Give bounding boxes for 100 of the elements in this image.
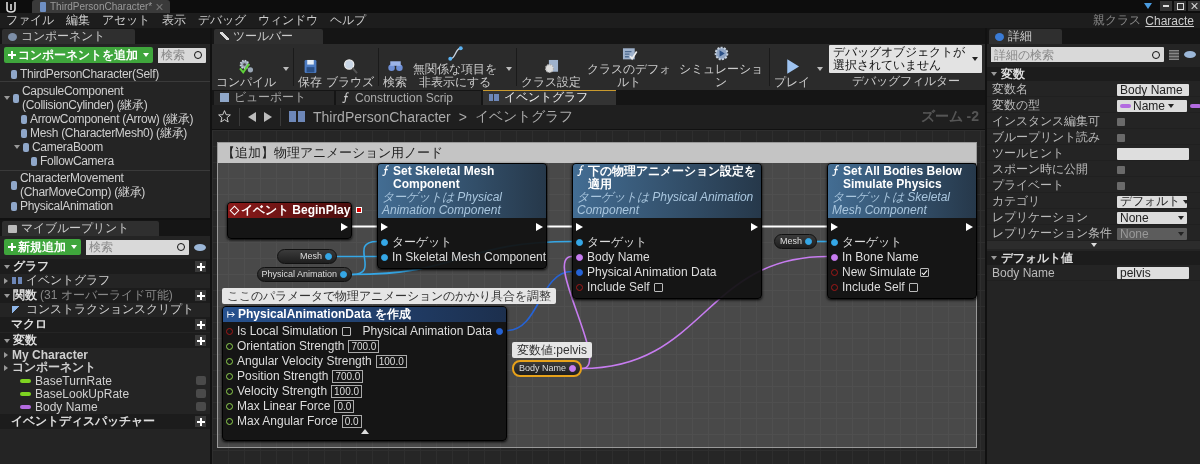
value-field[interactable]: 100.0 bbox=[375, 354, 407, 368]
exec-pin-icon[interactable] bbox=[341, 223, 348, 232]
function-node[interactable]: 下の物理アニメーション設定を適用 ターゲットは Physical Animation Component ターゲット Body Name Physical Animation Data Include Self bbox=[572, 162, 762, 299]
section-header[interactable]: 変数 bbox=[987, 67, 1200, 81]
add-button[interactable] bbox=[195, 335, 206, 346]
variable-node[interactable]: Mesh bbox=[277, 248, 337, 264]
tree-item[interactable]: PhysicalAnimation bbox=[20, 199, 113, 213]
tree-item[interactable]: ThirdPersonCharacter(Self) bbox=[20, 67, 159, 81]
exec-pin-icon[interactable] bbox=[966, 223, 973, 232]
pin-icon[interactable] bbox=[496, 327, 503, 335]
pin-icon[interactable] bbox=[325, 252, 332, 260]
add-button[interactable] bbox=[195, 290, 206, 301]
panel-tab[interactable]: ツールバー bbox=[214, 28, 323, 44]
exec-pin-icon[interactable] bbox=[536, 223, 543, 232]
menu-item[interactable]: 編集 bbox=[66, 12, 90, 29]
container-type-icon[interactable] bbox=[1190, 103, 1200, 108]
variable-node[interactable]: Body Name bbox=[512, 359, 582, 377]
expand-arrow-icon[interactable] bbox=[4, 277, 8, 284]
collapse-arrow-icon[interactable] bbox=[360, 428, 369, 434]
value-field[interactable]: 700.0 bbox=[348, 339, 380, 353]
add-button[interactable] bbox=[195, 319, 206, 330]
search-field[interactable]: 検索 bbox=[158, 47, 206, 63]
variable-node[interactable]: Physical Animation bbox=[257, 266, 352, 282]
checkbox[interactable] bbox=[1117, 117, 1125, 126]
menu-item[interactable]: 表示 bbox=[162, 12, 186, 29]
pin-icon[interactable] bbox=[569, 364, 576, 372]
back-arrow-icon[interactable] bbox=[248, 111, 256, 122]
text-field[interactable]: pelvis bbox=[1117, 266, 1189, 279]
list-view-icon[interactable] bbox=[1169, 49, 1179, 60]
toolbar-button[interactable]: 無関係な項目を非表示にする bbox=[410, 44, 500, 89]
expand-arrow-icon[interactable] bbox=[4, 364, 8, 371]
dropdown[interactable]: None bbox=[1117, 211, 1187, 224]
value-field[interactable]: 700.0 bbox=[332, 369, 364, 383]
expand-arrow-icon[interactable] bbox=[4, 293, 10, 298]
toolbar-button[interactable]: クラス設定 bbox=[520, 44, 582, 89]
panel-tab[interactable]: コンポーネント bbox=[2, 29, 135, 44]
function-item[interactable]: コンストラクションスクリプト bbox=[26, 301, 194, 318]
menu-item[interactable]: ファイル bbox=[6, 12, 54, 29]
debug-object-dropdown[interactable]: デバッグオブジェクトが選択されていません bbox=[829, 45, 982, 74]
search-field[interactable]: 検索 bbox=[86, 239, 189, 255]
pin-icon[interactable] bbox=[576, 238, 583, 246]
tree-item[interactable]: FollowCamera bbox=[40, 154, 114, 168]
checkbox[interactable] bbox=[653, 282, 663, 292]
toolbar-button[interactable]: シミュレーション bbox=[676, 44, 766, 89]
star-icon[interactable] bbox=[218, 110, 231, 124]
panel-tab[interactable]: マイブループリント bbox=[2, 221, 159, 236]
expand-arrow-icon[interactable] bbox=[991, 72, 997, 76]
value-field[interactable]: 0.0 bbox=[334, 399, 355, 413]
toolbar-button[interactable]: クラスのデフォルト bbox=[584, 44, 674, 89]
add-button[interactable] bbox=[195, 261, 206, 272]
toolbar-button[interactable]: ブラウズ bbox=[325, 44, 375, 89]
dropdown[interactable]: デフォルト bbox=[1117, 195, 1187, 208]
add-button[interactable] bbox=[195, 416, 206, 427]
maximize-button[interactable] bbox=[1174, 1, 1186, 11]
toolbar-button[interactable]: 保存 bbox=[297, 44, 323, 89]
category-item[interactable]: My Character bbox=[12, 347, 89, 362]
tree-item[interactable]: CapsuleComponent (CollisionCylinder) (継承) bbox=[22, 84, 210, 112]
checkbox[interactable] bbox=[908, 282, 918, 292]
exec-pin-icon[interactable] bbox=[831, 223, 838, 232]
section-header[interactable]: 関数 (31 オーバーライド可能) bbox=[0, 288, 210, 303]
minimize-button[interactable] bbox=[1160, 1, 1172, 11]
pin-icon[interactable] bbox=[576, 268, 583, 276]
checkbox[interactable] bbox=[1117, 181, 1125, 190]
forward-arrow-icon[interactable] bbox=[264, 111, 272, 122]
make-struct-node[interactable] bbox=[222, 305, 507, 441]
toolbar-button[interactable]: 検索 bbox=[382, 44, 408, 89]
pin-icon[interactable] bbox=[340, 270, 347, 278]
function-node[interactable]: Set All Bodies Below Simulate Physics ターゲットは Skeletal Mesh Component ターゲット In Bone Name New Simulate Include Self bbox=[827, 162, 977, 299]
parent-class-link[interactable]: Characte bbox=[1145, 13, 1194, 28]
text-field[interactable]: Body Name bbox=[1117, 83, 1189, 96]
variable-item[interactable]: BaseTurnRate bbox=[35, 373, 112, 388]
document-tab[interactable]: ビューポート bbox=[214, 90, 334, 105]
menu-item[interactable]: アセット bbox=[102, 12, 150, 29]
close-button[interactable] bbox=[1188, 1, 1200, 11]
graph-item[interactable]: イベントグラフ bbox=[26, 272, 110, 289]
section-header[interactable]: 変数 bbox=[0, 333, 210, 348]
tree-item[interactable]: CameraBoom bbox=[32, 140, 104, 154]
checkbox[interactable] bbox=[1117, 133, 1125, 142]
expand-arrow-icon[interactable] bbox=[4, 338, 10, 343]
text-field[interactable] bbox=[1117, 147, 1189, 160]
section-header[interactable]: マクロ bbox=[0, 317, 210, 332]
checkbox[interactable] bbox=[341, 326, 351, 336]
exec-pin-icon[interactable] bbox=[381, 223, 388, 232]
toolbar-button[interactable]: プレイ bbox=[773, 44, 811, 89]
document-tab[interactable]: Construction Scrip bbox=[336, 90, 482, 105]
toolbar-button[interactable]: コンパイル bbox=[215, 44, 277, 89]
expand-arrow-icon[interactable] bbox=[4, 351, 8, 358]
type-dropdown[interactable]: Name bbox=[1117, 99, 1187, 112]
pin-icon[interactable] bbox=[831, 253, 838, 261]
pin-icon[interactable] bbox=[576, 253, 583, 261]
variable-item[interactable]: BaseLookUpRate bbox=[35, 386, 130, 401]
pin-icon[interactable] bbox=[381, 238, 388, 246]
menu-item[interactable]: ヘルプ bbox=[330, 12, 366, 29]
exec-pin-icon[interactable] bbox=[576, 223, 583, 232]
exec-pin-icon[interactable] bbox=[751, 223, 758, 232]
checkbox[interactable] bbox=[920, 267, 930, 277]
expand-arrow-icon[interactable] bbox=[991, 256, 997, 260]
tree-item[interactable]: ArrowComponent (Arrow) (継承) bbox=[30, 112, 194, 126]
tree-item[interactable]: CharacterMovement (CharMoveComp) (継承) bbox=[20, 171, 210, 199]
section-header[interactable]: グラフ bbox=[0, 259, 210, 274]
